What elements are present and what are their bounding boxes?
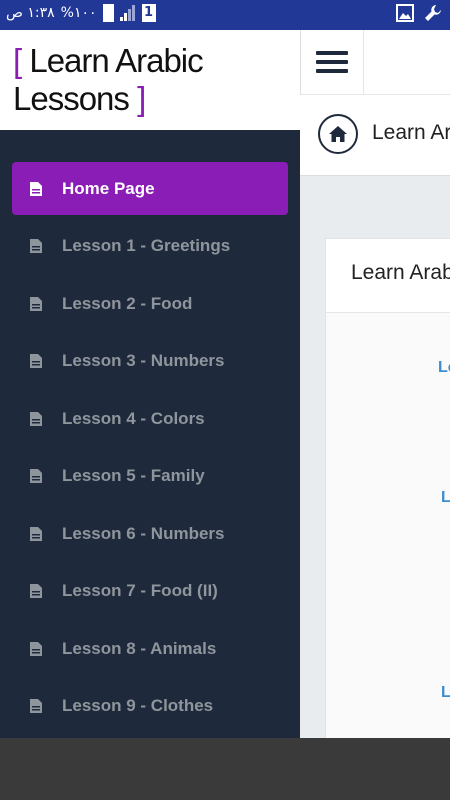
file-icon [30, 239, 42, 253]
sidebar-item-lesson-8[interactable]: Lesson 8 - Animals [12, 622, 288, 675]
file-icon [30, 296, 42, 311]
sidebar-item-lesson-4[interactable]: Lesson 4 - Colors [12, 392, 288, 445]
sidebar-nav: Home Page Lesson 1 - Greetings Lesson 2 … [0, 130, 300, 733]
brand-close-bracket: ] [137, 80, 146, 117]
signal-icon [119, 5, 135, 21]
sim-icon: 1 [141, 4, 156, 22]
menu-toggle-button[interactable] [301, 30, 364, 94]
sidebar-item-lesson-1[interactable]: Lesson 1 - Greetings [12, 220, 288, 273]
home-icon [329, 126, 347, 142]
sidebar-item-label: Lesson 7 - Food (II) [62, 581, 218, 600]
sidebar-item-lesson-3[interactable]: Lesson 3 - Numbers [12, 335, 288, 388]
sidebar-item-label: Lesson 3 - Numbers [62, 351, 225, 370]
sidebar: [ Learn Arabic Lessons ] Home Page Lesso… [0, 30, 300, 738]
sidebar-item-lesson-5[interactable]: Lesson 5 - Family [12, 450, 288, 503]
sidebar-item-lesson-2[interactable]: Lesson 2 - Food [12, 277, 288, 330]
lesson-link[interactable]: Le [438, 359, 450, 377]
breadcrumb: Learn Ar [300, 94, 450, 176]
file-icon [30, 584, 42, 598]
file-icon [30, 641, 42, 656]
clock-text: ١:٣٨ ص [6, 5, 55, 21]
sidebar-item-home-page[interactable]: Home Page [12, 162, 288, 215]
sidebar-item-lesson-9[interactable]: Lesson 9 - Clothes [12, 680, 288, 733]
system-nav-bar [0, 738, 450, 800]
lesson-link[interactable]: L [441, 684, 450, 702]
card-body: Le L L [326, 313, 450, 738]
home-button[interactable] [318, 114, 358, 154]
file-icon [30, 354, 42, 368]
status-right [396, 4, 442, 22]
breadcrumb-title: Learn Ar [372, 121, 450, 144]
card-title: Learn Arabi [326, 239, 450, 313]
sidebar-item-label: Lesson 6 - Numbers [62, 523, 225, 543]
status-bar: ١:٣٨ ص %١٠٠ 1 [0, 0, 450, 30]
main-content: Learn Ar Learn Arabi Le L L [300, 30, 450, 738]
brand-logo[interactable]: [ Learn Arabic Lessons ] [0, 30, 300, 130]
battery-icon [102, 4, 114, 22]
sidebar-item-label: Lesson 5 - Family [62, 466, 205, 485]
app-root: [ Learn Arabic Lessons ] Home Page Lesso… [0, 30, 450, 738]
sidebar-item-label: Lesson 1 - Greetings [62, 236, 231, 255]
sidebar-item-label: Lesson 8 - Animals [62, 638, 217, 658]
brand-open-bracket: [ [13, 42, 22, 79]
file-icon [30, 526, 42, 541]
sidebar-item-lesson-6[interactable]: Lesson 6 - Numbers [12, 507, 288, 560]
hamburger-icon [316, 46, 348, 78]
file-icon [30, 699, 42, 713]
wrench-icon [425, 5, 441, 21]
file-icon [30, 411, 42, 426]
sidebar-item-lesson-7[interactable]: Lesson 7 - Food (II) [12, 565, 288, 618]
status-left: ١:٣٨ ص %١٠٠ 1 [6, 4, 156, 22]
sidebar-item-label: Lesson 9 - Clothes [62, 696, 214, 715]
brand-title-line-2: Lessons [13, 80, 130, 117]
sidebar-item-label: Home Page [62, 178, 155, 198]
sidebar-item-label: Lesson 2 - Food [62, 293, 193, 313]
sidebar-item-label: Lesson 4 - Colors [62, 408, 205, 428]
brand-line-2: Lessons ] [13, 80, 300, 118]
file-icon [30, 469, 42, 483]
top-bar [300, 30, 450, 94]
file-icon [30, 181, 42, 196]
image-icon [396, 4, 414, 22]
battery-percent-text: %١٠٠ [60, 5, 97, 21]
lesson-link[interactable]: L [441, 489, 450, 507]
brand-line-1: [ Learn Arabic [13, 42, 300, 80]
content-card: Learn Arabi Le L L [325, 238, 450, 738]
brand-title-line-1: Learn Arabic [29, 42, 203, 79]
